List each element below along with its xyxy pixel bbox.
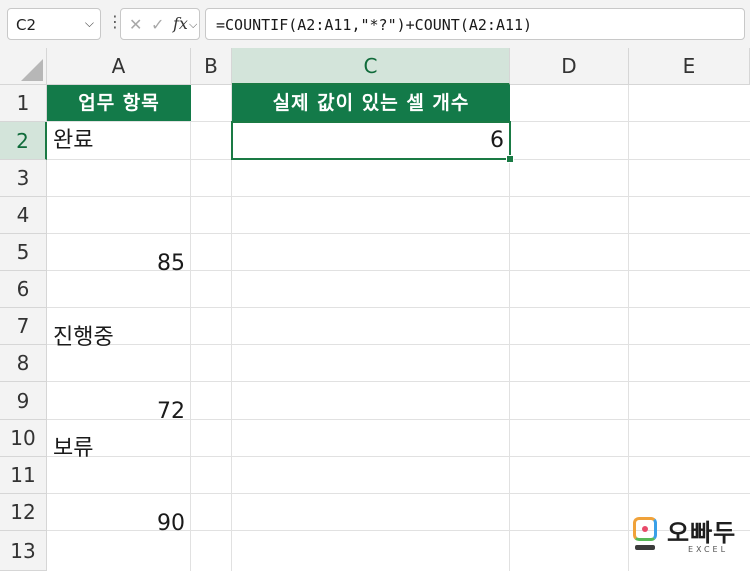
formula-bar: C2 ⌵ ⋮ ✕ ✓ fx ⌵ =COUNTIF(A2:A11,"*?")+CO… (0, 0, 750, 49)
row-header-1[interactable]: 1 (0, 85, 47, 122)
logo-sub: EXCEL (688, 545, 729, 554)
column-header-b[interactable]: B (191, 48, 232, 85)
cell-a11[interactable]: 90 (47, 494, 190, 536)
formula-tools: ✕ ✓ fx ⌵ (120, 8, 200, 40)
row-header-6[interactable]: 6 (0, 271, 47, 308)
chevron-down-icon[interactable]: ⌵ (85, 16, 94, 31)
insert-function-icon[interactable]: fx (173, 14, 188, 33)
column-header-e[interactable]: E (629, 48, 750, 85)
row-header-11[interactable]: 11 (0, 457, 47, 494)
spreadsheet-grid: A B C D E 1 2 3 4 5 6 7 8 9 10 11 12 13 … (0, 48, 750, 571)
column-header-c[interactable]: C (232, 48, 510, 85)
logo-mark-icon (633, 517, 657, 541)
logo: 오빠두 EXCEL (633, 515, 743, 567)
active-cell-border (231, 121, 511, 160)
cell-a2[interactable]: 완료 (47, 122, 190, 159)
cancel-icon[interactable]: ✕ (129, 15, 142, 34)
column-header-d[interactable]: D (510, 48, 629, 85)
name-box-value: C2 (16, 16, 37, 34)
formula-input[interactable]: =COUNTIF(A2:A11,"*?")+COUNT(A2:A11) (205, 8, 745, 40)
logo-word: 오빠두 (667, 519, 737, 547)
cell-a4[interactable]: 85 (47, 234, 190, 276)
fill-handle[interactable] (506, 155, 514, 163)
enter-check-icon[interactable]: ✓ (151, 15, 164, 34)
row-header-12[interactable]: 12 (0, 494, 47, 531)
column-header-a[interactable]: A (47, 48, 191, 85)
cell-a9[interactable]: 보류 (47, 419, 190, 461)
row-header-8[interactable]: 8 (0, 345, 47, 382)
select-all-button[interactable] (0, 48, 47, 85)
row-header-13[interactable]: 13 (0, 531, 47, 571)
cell-a8[interactable]: 72 (47, 382, 190, 424)
row-header-7[interactable]: 7 (0, 308, 47, 345)
gridline (47, 456, 750, 457)
formula-text: =COUNTIF(A2:A11,"*?")+COUNT(A2:A11) (216, 16, 533, 34)
cell-a6[interactable]: 진행중 (47, 308, 190, 350)
cell-c1[interactable]: 실제 값이 있는 셀 개수 (232, 85, 510, 121)
gridline (628, 85, 629, 571)
gridline (190, 85, 191, 571)
row-header-4[interactable]: 4 (0, 197, 47, 234)
row-header-10[interactable]: 10 (0, 420, 47, 457)
cell-a1[interactable]: 업무 항목 (47, 85, 191, 121)
select-all-triangle-icon (21, 59, 43, 81)
name-box[interactable]: C2 ⌵ (7, 8, 101, 40)
row-header-2[interactable]: 2 (0, 122, 47, 160)
chevron-down-icon[interactable]: ⌵ (189, 18, 197, 32)
row-header-9[interactable]: 9 (0, 382, 47, 420)
row-header-3[interactable]: 3 (0, 160, 47, 197)
logo-mark-base (635, 545, 655, 550)
row-header-5[interactable]: 5 (0, 234, 47, 271)
gridline (47, 196, 750, 197)
